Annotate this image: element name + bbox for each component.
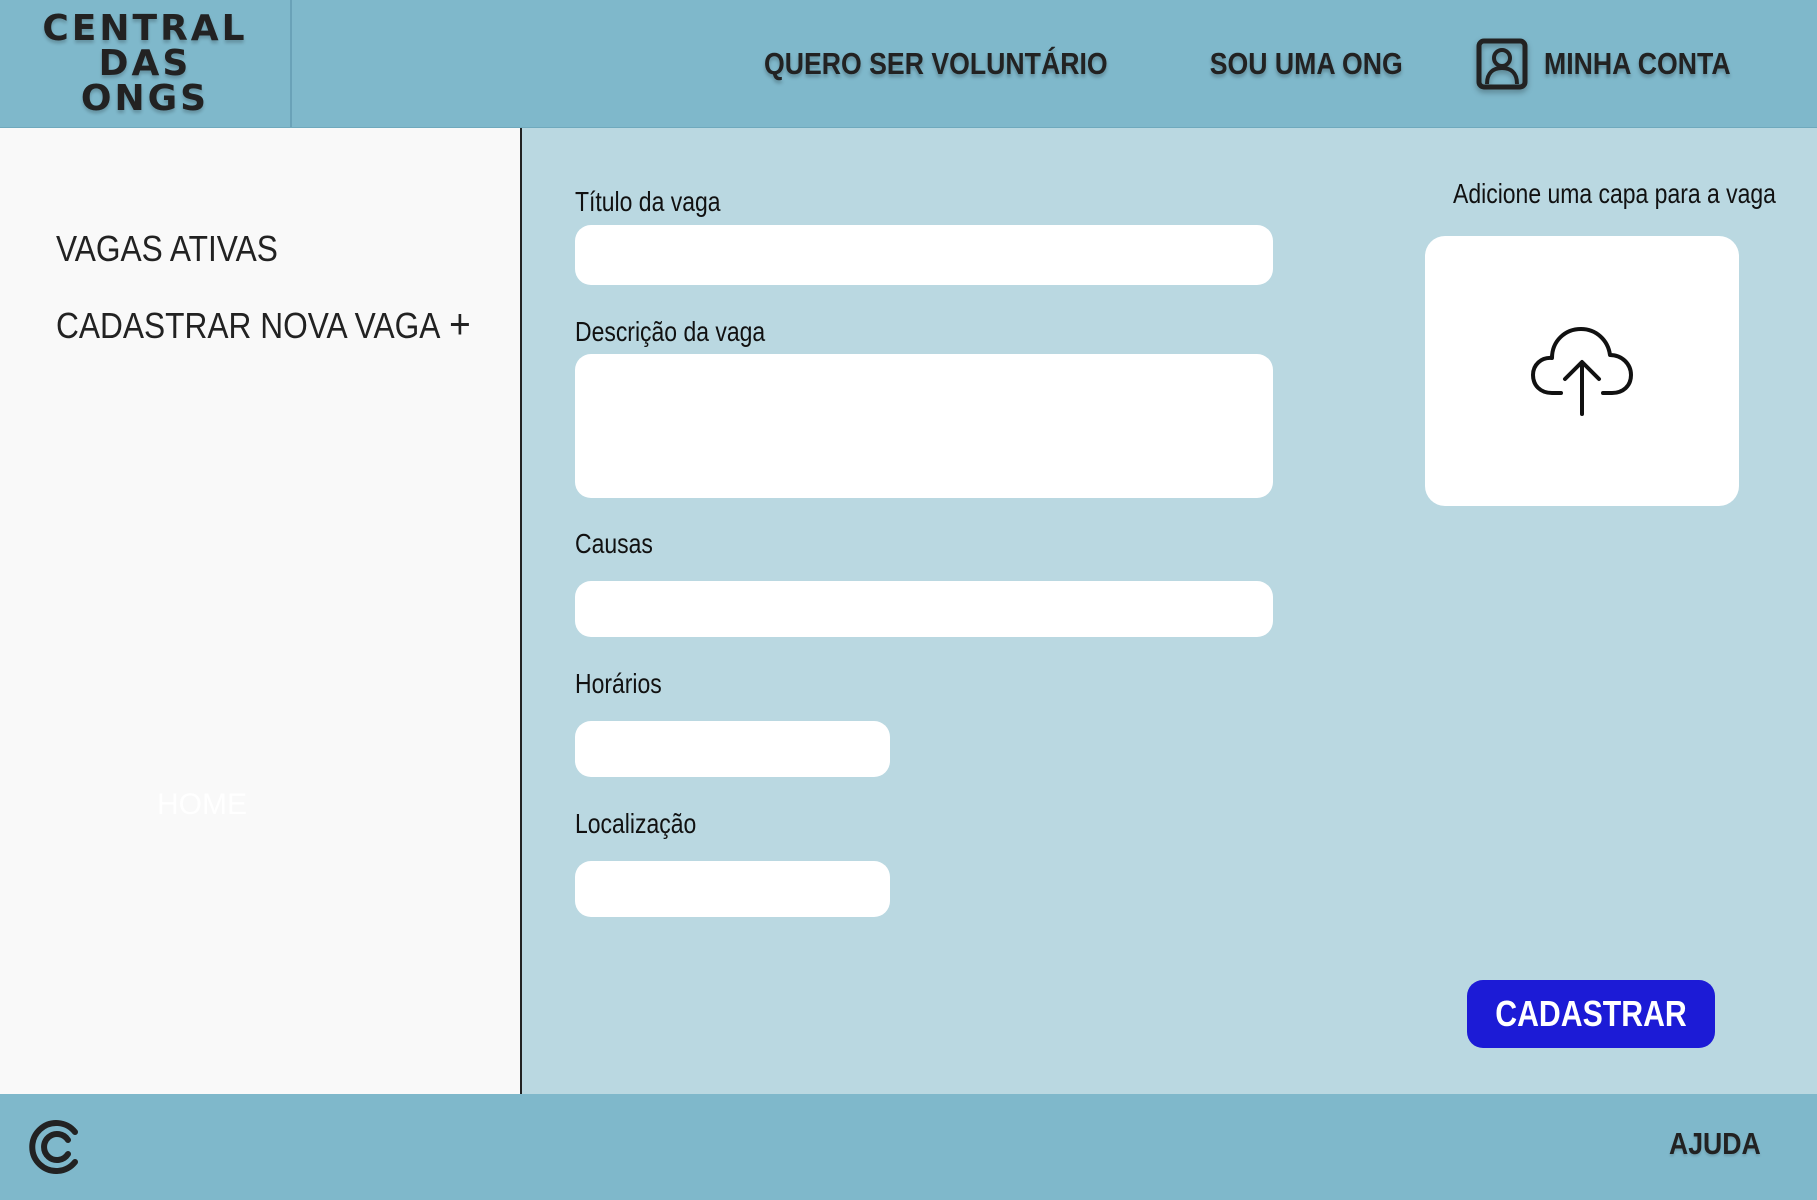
main-nav: QUERO SER VOLUNTÁRIO SOU UMA ONG MINHA C… (736, 0, 1761, 127)
footer: AJUDA (0, 1094, 1817, 1200)
home-link[interactable]: HOME (157, 788, 247, 822)
plus-icon: + (449, 300, 471, 347)
sidebar-item-label: CADASTRAR NOVA VAGA (56, 305, 441, 346)
cloud-upload-icon (1531, 327, 1633, 416)
submit-button[interactable]: CADASTRAR (1467, 980, 1715, 1048)
help-link[interactable]: AJUDA (1669, 1126, 1761, 1162)
schedule-input[interactable] (575, 721, 890, 777)
user-account-icon (1476, 38, 1528, 89)
sidebar-item-label: VAGAS ATIVAS (56, 228, 278, 269)
causes-label: Causas (575, 528, 653, 559)
description-textarea[interactable] (575, 354, 1273, 498)
my-account-link[interactable]: MINHA CONTA (1476, 38, 1761, 90)
location-input[interactable] (575, 861, 890, 917)
brand-line-3: ONGS (80, 78, 210, 119)
nav-volunteer-link[interactable]: QUERO SER VOLUNTÁRIO (764, 46, 1108, 82)
causes-input[interactable] (575, 581, 1273, 637)
brand-line-1: CENTRAL (42, 8, 248, 49)
sidebar: VAGAS ATIVAS CADASTRAR NOVA VAGA + HOME (0, 128, 522, 1094)
schedule-label: Horários (575, 668, 662, 699)
brand-logo[interactable]: CENTRAL DAS ONGS (0, 0, 292, 127)
new-job-form: Título da vaga Descrição da vaga Causas … (522, 128, 1817, 1094)
title-label: Título da vaga (575, 186, 721, 217)
cover-upload-dropzone[interactable] (1425, 236, 1739, 506)
nav-ngo-link[interactable]: SOU UMA ONG (1209, 46, 1402, 82)
top-header: CENTRAL DAS ONGS QUERO SER VOLUNTÁRIO SO… (0, 0, 1817, 128)
submit-button-label: CADASTRAR (1495, 993, 1687, 1034)
sidebar-item-active-jobs[interactable]: VAGAS ATIVAS (56, 228, 278, 270)
title-input[interactable] (575, 225, 1273, 285)
description-label: Descrição da vaga (575, 316, 766, 347)
cover-upload-label: Adicione uma capa para a vaga (1453, 178, 1776, 209)
sidebar-item-new-job[interactable]: CADASTRAR NOVA VAGA + (56, 300, 471, 348)
brand-line-2: DAS (98, 43, 192, 84)
c-logo-icon[interactable] (28, 1118, 86, 1176)
my-account-label: MINHA CONTA (1544, 45, 1731, 81)
location-label: Localização (575, 808, 697, 839)
